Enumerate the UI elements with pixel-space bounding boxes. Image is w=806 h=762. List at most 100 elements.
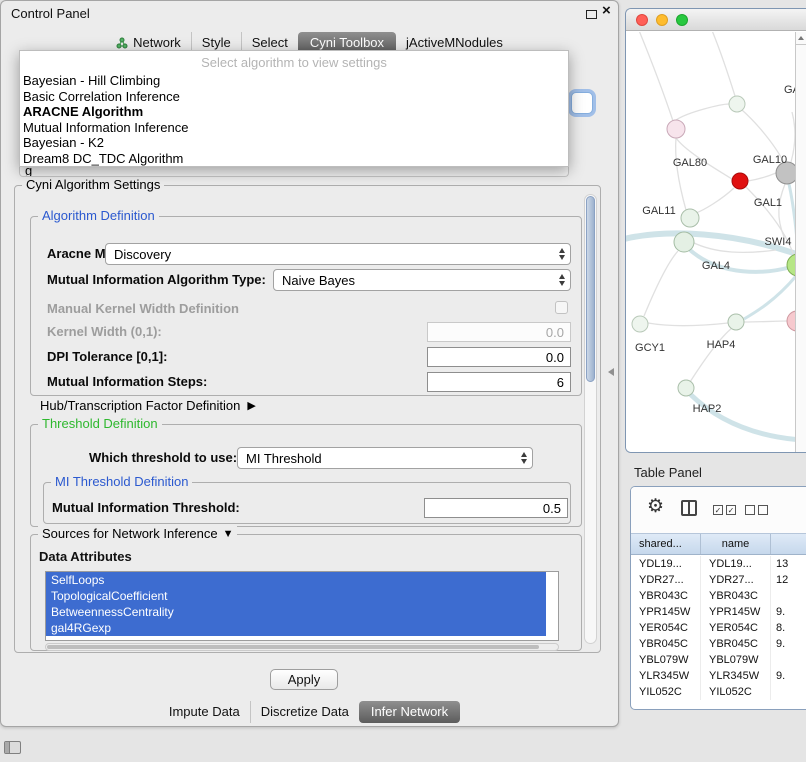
collapsed-panel-icon[interactable]: [4, 741, 21, 754]
splitter-collapse-icon[interactable]: [608, 368, 614, 376]
list-item-selected[interactable]: gal4RGexp: [46, 620, 546, 636]
network-icon: [116, 37, 128, 49]
column-header-shared-name[interactable]: shared...: [631, 534, 701, 554]
popup-item[interactable]: Dream8 DC_TDC Algorithm: [20, 151, 568, 167]
collapsed-arrow-icon: ▶: [247, 399, 255, 412]
table-panel-window: ⚙ ✓ ✓ shared... name YDL19... YDL19... 1…: [630, 486, 806, 710]
popup-placeholder: Select algorithm to view settings: [20, 54, 568, 73]
minimize-traffic-light[interactable]: [656, 14, 668, 26]
hub-transcription-factor-section[interactable]: Hub/Transcription Factor Definition ▶: [40, 398, 256, 413]
stepper-icon: [559, 248, 565, 260]
list-item-selected[interactable]: TopologicalCoefficient: [46, 588, 546, 604]
settings-scrollbar[interactable]: [584, 194, 597, 644]
kernel-width-field[interactable]: 0.0: [427, 322, 571, 342]
dpi-tolerance-field[interactable]: 0.0: [427, 347, 571, 367]
list-item-selected[interactable]: SelfLoops: [46, 572, 546, 588]
node-hap4[interactable]: [728, 314, 744, 330]
list-item-selected[interactable]: BetweennessCentrality: [46, 604, 546, 620]
tab-impute-data[interactable]: Impute Data: [159, 701, 250, 723]
scrollbar-thumb[interactable]: [586, 196, 595, 382]
cell: YBR045C: [631, 636, 701, 652]
close-traffic-light[interactable]: [636, 14, 648, 26]
node-label: HAP4: [707, 339, 736, 351]
table-header-row: shared... name: [631, 533, 806, 555]
node-label: GAL: [784, 84, 795, 96]
which-threshold-select[interactable]: MI Threshold: [237, 447, 533, 469]
section-label: Sources for Network Inference: [42, 526, 218, 541]
node-label: GAL10: [753, 154, 787, 166]
scrollbar-thumb[interactable]: [47, 645, 539, 649]
deselect-all-icon[interactable]: [745, 505, 768, 515]
node-gcy1[interactable]: [632, 316, 648, 332]
focused-button[interactable]: [571, 92, 593, 114]
cell: YBL079W: [701, 652, 771, 668]
mi-algorithm-type-select[interactable]: Naive Bayes: [273, 269, 571, 291]
sources-legend[interactable]: Sources for Network Inference ▼: [38, 526, 237, 541]
cell: YPR145W: [701, 604, 771, 620]
network-canvas[interactable]: GAL GAL80 GAL10 GAL11 GAL1 SWI4 GAL4 GCY…: [626, 32, 795, 452]
tab-label: Cyni Toolbox: [310, 35, 384, 51]
table-row[interactable]: YLR345W YLR345W 9.: [631, 668, 806, 684]
node-gal10-red[interactable]: [732, 173, 748, 189]
mi-threshold-field[interactable]: 0.5: [424, 498, 568, 518]
apply-button[interactable]: Apply: [270, 669, 338, 690]
sources-group: Sources for Network Inference ▼ Data Att…: [30, 534, 582, 651]
tab-label: Style: [202, 35, 231, 51]
column-header-clipped[interactable]: [771, 534, 806, 554]
network-vertical-scrollbar[interactable]: [795, 32, 806, 452]
node-label: GAL11: [642, 205, 675, 217]
table-row[interactable]: YDL19... YDL19... 13: [631, 556, 806, 572]
node-pink[interactable]: [787, 311, 795, 331]
node[interactable]: [667, 120, 685, 138]
settings-gear-icon[interactable]: ⚙: [647, 495, 664, 518]
manual-kernel-width-checkbox[interactable]: [555, 301, 568, 314]
popup-item[interactable]: Basic Correlation Inference: [20, 89, 568, 105]
node-hap2[interactable]: [678, 380, 694, 396]
tab-infer-network[interactable]: Infer Network: [359, 701, 460, 723]
tab-discretize-data[interactable]: Discretize Data: [250, 701, 359, 723]
cell: YPR145W: [631, 604, 701, 620]
group-legend: Threshold Definition: [38, 416, 162, 431]
tab-label: jActiveMNodules: [406, 35, 503, 51]
select-all-icon[interactable]: ✓ ✓: [713, 505, 736, 515]
table-row[interactable]: YBR045C YBR045C 9.: [631, 636, 806, 652]
popup-item-highlighted[interactable]: ARACNE Algorithm: [20, 104, 568, 120]
mi-steps-field[interactable]: 6: [427, 372, 571, 392]
cell: YDL19...: [631, 556, 701, 572]
popup-item[interactable]: Bayesian - K2: [20, 135, 568, 151]
cell: YER054C: [631, 620, 701, 636]
cell: YDR27...: [701, 572, 771, 588]
column-selector-icon[interactable]: [681, 500, 697, 516]
cell: [771, 652, 806, 668]
cell: YBL079W: [631, 652, 701, 668]
group-legend: MI Threshold Definition: [51, 474, 192, 489]
popup-item[interactable]: Mutual Information Inference: [20, 120, 568, 136]
table-row[interactable]: YPR145W YPR145W 9.: [631, 604, 806, 620]
table-row[interactable]: YBR043C YBR043C: [631, 588, 806, 604]
cell: [771, 588, 806, 604]
float-window-icon[interactable]: [586, 10, 597, 19]
column-header-name[interactable]: name: [701, 534, 771, 554]
node[interactable]: [729, 96, 745, 112]
node-green[interactable]: [787, 254, 795, 276]
close-icon[interactable]: ×: [602, 2, 611, 19]
dpi-tolerance-label: DPI Tolerance [0,1]:: [47, 349, 167, 364]
aracne-mode-select[interactable]: Discovery: [105, 243, 571, 265]
cell: [771, 684, 806, 700]
table-row[interactable]: YER054C YER054C 8.: [631, 620, 806, 636]
table-row[interactable]: YBL079W YBL079W: [631, 652, 806, 668]
popup-item[interactable]: Bayesian - Hill Climbing: [20, 73, 568, 89]
scroll-up-arrow-icon[interactable]: [796, 32, 806, 45]
node-label: HAP2: [693, 403, 722, 415]
cell: 9.: [771, 604, 806, 620]
node-label: GAL80: [673, 157, 707, 169]
selected-value: Naive Bayes: [282, 273, 355, 288]
table-row[interactable]: YDR27... YDR27... 12: [631, 572, 806, 588]
node-gal4[interactable]: [674, 232, 694, 252]
node[interactable]: [681, 209, 699, 227]
zoom-traffic-light[interactable]: [676, 14, 688, 26]
node-label: GAL4: [702, 260, 730, 272]
list-horizontal-scrollbar[interactable]: [45, 643, 559, 651]
tab-label: Impute Data: [169, 704, 240, 720]
table-row[interactable]: YIL052C YIL052C: [631, 684, 806, 700]
